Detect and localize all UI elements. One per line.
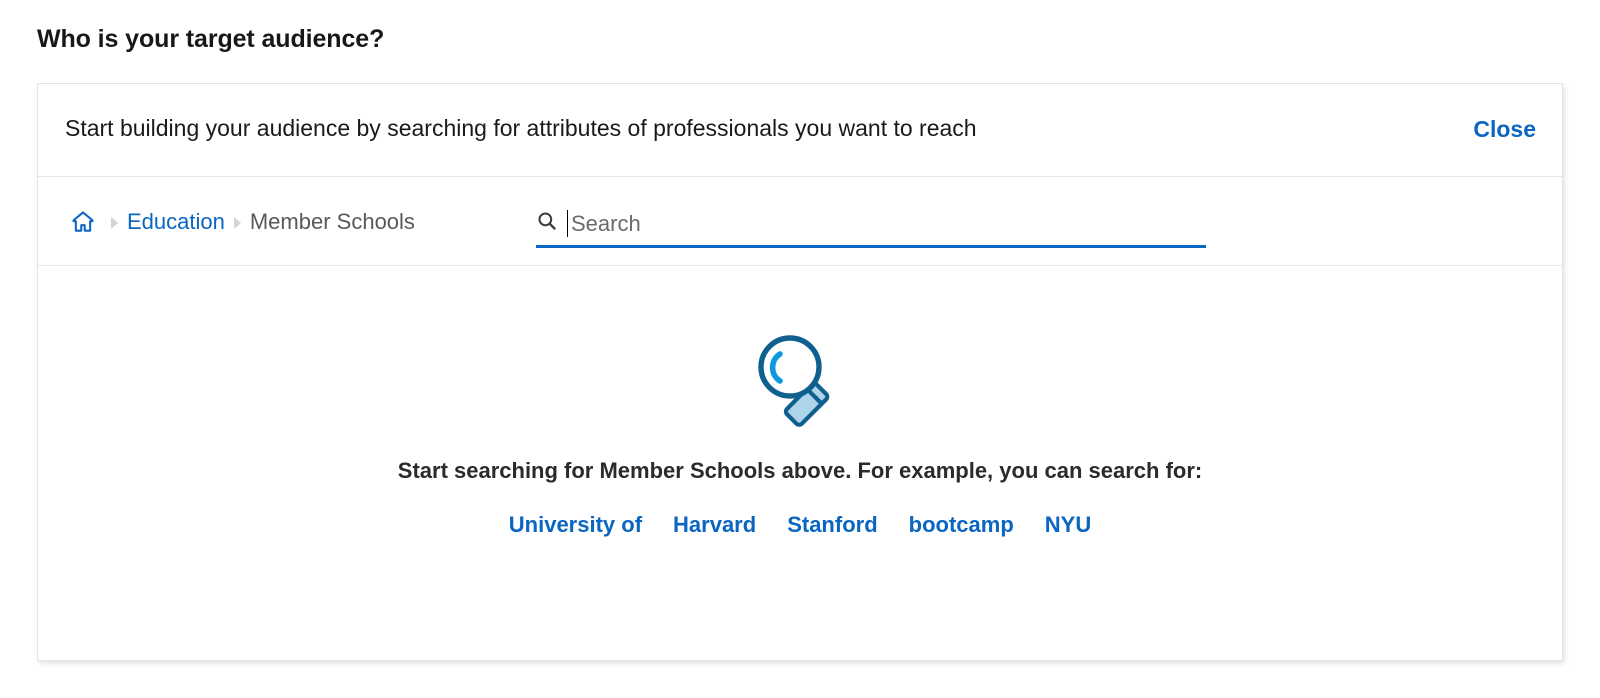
chevron-right-icon	[233, 216, 241, 229]
home-icon[interactable]	[68, 207, 98, 237]
suggestion-harvard[interactable]: Harvard	[673, 512, 756, 538]
audience-search-card: Start building your audience by searchin…	[37, 83, 1563, 661]
card-header-description: Start building your audience by searchin…	[65, 115, 977, 141]
suggestion-list: University of Harvard Stanford bootcamp …	[38, 512, 1562, 538]
chevron-right-icon	[111, 216, 118, 229]
breadcrumb: Education Member Schools	[68, 177, 415, 266]
text-cursor	[567, 210, 568, 237]
suggestion-university-of[interactable]: University of	[509, 512, 642, 538]
search-input[interactable]	[567, 208, 1206, 240]
close-button[interactable]: Close	[1473, 116, 1536, 143]
page-title: Who is your target audience?	[37, 25, 385, 53]
card-header: Start building your audience by searchin…	[38, 84, 1562, 177]
empty-state-hint: Start searching for Member Schools above…	[397, 458, 1203, 483]
navigation-row: Education Member Schools	[38, 177, 1562, 266]
suggestion-bootcamp[interactable]: bootcamp	[909, 512, 1014, 538]
breadcrumb-item-education[interactable]: Education	[127, 209, 225, 235]
suggestion-stanford[interactable]: Stanford	[787, 512, 877, 538]
breadcrumb-item-member-schools: Member Schools	[249, 208, 415, 234]
suggestion-nyu[interactable]: NYU	[1045, 512, 1091, 538]
empty-state: Start searching for Member Schools above…	[38, 266, 1562, 659]
magnifying-glass-illustration	[38, 324, 1562, 432]
search-icon	[536, 210, 558, 232]
search-field	[567, 207, 1206, 241]
search-field-container[interactable]	[536, 203, 1206, 248]
audience-builder-page: Who is your target audience? Start build…	[0, 0, 1600, 698]
